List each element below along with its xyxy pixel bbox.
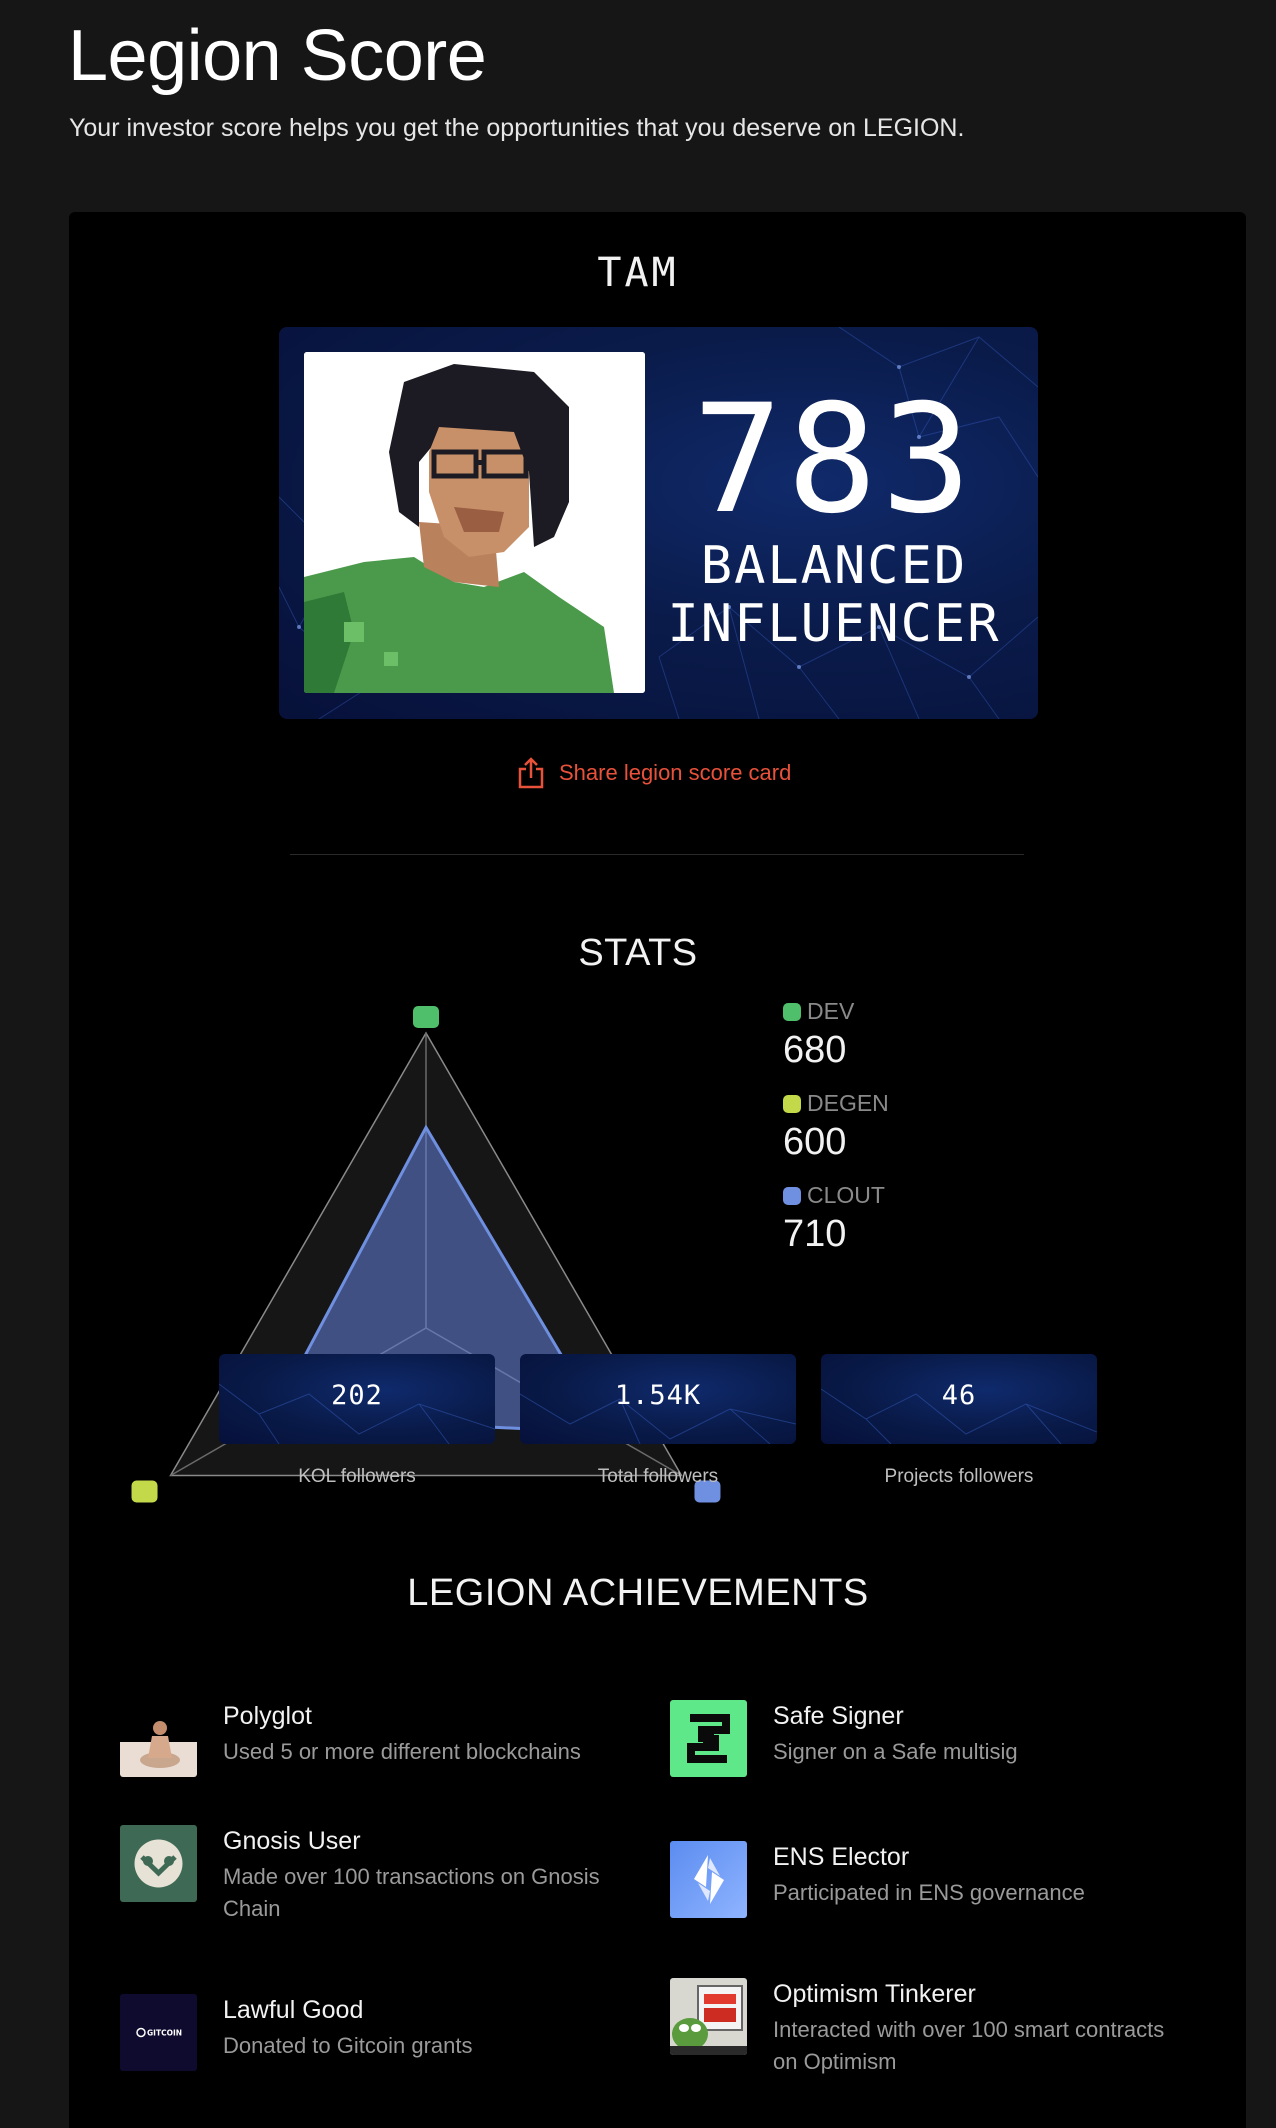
achievement-desc: Donated to Gitcoin grants — [223, 2033, 473, 2058]
share-icon — [518, 757, 544, 789]
share-label: Share legion score card — [559, 760, 792, 785]
achievement-desc: Used 5 or more different blockchains — [223, 1739, 581, 1764]
clout-color-swatch — [783, 1186, 801, 1205]
investor-type-line2: INFLUENCER — [667, 594, 1001, 654]
username: TAM — [597, 250, 679, 296]
page-title: Legion Score — [68, 16, 487, 96]
safe-icon — [670, 1700, 747, 1777]
projects-followers-value: 46 — [941, 1380, 977, 1411]
achievement-optimism-tinkerer: Optimism Tinkerer Interacted with over 1… — [670, 1978, 1190, 2078]
total-followers-value: 1.54K — [614, 1380, 702, 1411]
legend-item-clout: CLOUT 710 — [783, 1182, 889, 1256]
legend-label-degen: DEGEN — [807, 1090, 889, 1116]
legion-score-value: 783 — [692, 373, 976, 547]
legend-value-clout: 710 — [783, 1213, 847, 1255]
achievement-lawful-good: GITCOIN Lawful Good Donated to Gitcoin g… — [120, 1994, 640, 2071]
kol-followers-box: 202 — [219, 1354, 495, 1444]
projects-followers-box: 46 — [821, 1354, 1097, 1444]
divider — [290, 854, 1024, 855]
score-card: 783 BALANCED INFLUENCER — [279, 327, 1038, 719]
achievement-title: Polyglot — [223, 1702, 312, 1730]
page-subtitle: Your investor score helps you get the op… — [69, 114, 965, 142]
achievement-title: Optimism Tinkerer — [773, 1980, 976, 2008]
radar-axis-marker-degen — [131, 1480, 158, 1503]
gitcoin-logo-text: GITCOIN — [147, 2029, 182, 2038]
stats-title: STATS — [578, 932, 698, 974]
legend-item-degen: DEGEN 600 — [783, 1090, 889, 1164]
achievement-ens-elector: ENS Elector Participated in ENS governan… — [670, 1841, 1190, 1918]
kol-followers-value: 202 — [331, 1380, 383, 1411]
achievement-desc: Signer on a Safe multisig — [773, 1739, 1018, 1764]
achievement-polyglot: Polyglot Used 5 or more different blockc… — [120, 1700, 620, 1777]
kol-followers-label: KOL followers — [298, 1466, 416, 1487]
legend-value-dev: 680 — [783, 1029, 847, 1071]
total-followers-box: 1.54K — [520, 1354, 796, 1444]
achievement-desc: Participated in ENS governance — [773, 1880, 1085, 1905]
achievement-gnosis-user: Gnosis User Made over 100 transactions o… — [120, 1825, 640, 1925]
achievement-title: Lawful Good — [223, 1996, 364, 2024]
achievement-safe-signer: Safe Signer Signer on a Safe multisig — [670, 1700, 1190, 1777]
gitcoin-icon: GITCOIN — [120, 1994, 197, 2071]
investor-type: BALANCED INFLUENCER — [659, 537, 1009, 653]
legend-label-dev: DEV — [807, 998, 855, 1024]
stats-legend: DEV 680 DEGEN 600 CLOUT 710 — [783, 998, 889, 1274]
achievement-title: ENS Elector — [773, 1843, 910, 1871]
optimism-icon — [670, 1978, 747, 2055]
investor-type-line1: BALANCED — [700, 536, 968, 596]
achievement-title: Gnosis User — [223, 1827, 361, 1855]
achievement-desc: Interacted with over 100 smart contracts… — [773, 2017, 1165, 2074]
share-score-card-button[interactable]: Share legion score card — [517, 757, 791, 789]
degen-color-swatch — [783, 1094, 801, 1113]
achievement-desc: Made over 100 transactions on Gnosis Cha… — [223, 1864, 600, 1921]
avatar — [304, 352, 645, 693]
ens-icon — [670, 1841, 747, 1918]
achievement-title: Safe Signer — [773, 1702, 904, 1730]
legend-item-dev: DEV 680 — [783, 998, 889, 1072]
legend-label-clout: CLOUT — [807, 1182, 885, 1208]
pixel-avatar-image — [304, 352, 645, 693]
radar-axis-marker-dev — [413, 1006, 439, 1028]
achievements-title: LEGION ACHIEVEMENTS — [407, 1572, 869, 1614]
legend-value-degen: 600 — [783, 1121, 847, 1163]
projects-followers-label: Projects followers — [884, 1466, 1034, 1487]
polyglot-icon — [120, 1700, 197, 1777]
gnosis-icon — [120, 1825, 197, 1902]
dev-color-swatch — [783, 1002, 801, 1021]
total-followers-label: Total followers — [597, 1466, 719, 1487]
